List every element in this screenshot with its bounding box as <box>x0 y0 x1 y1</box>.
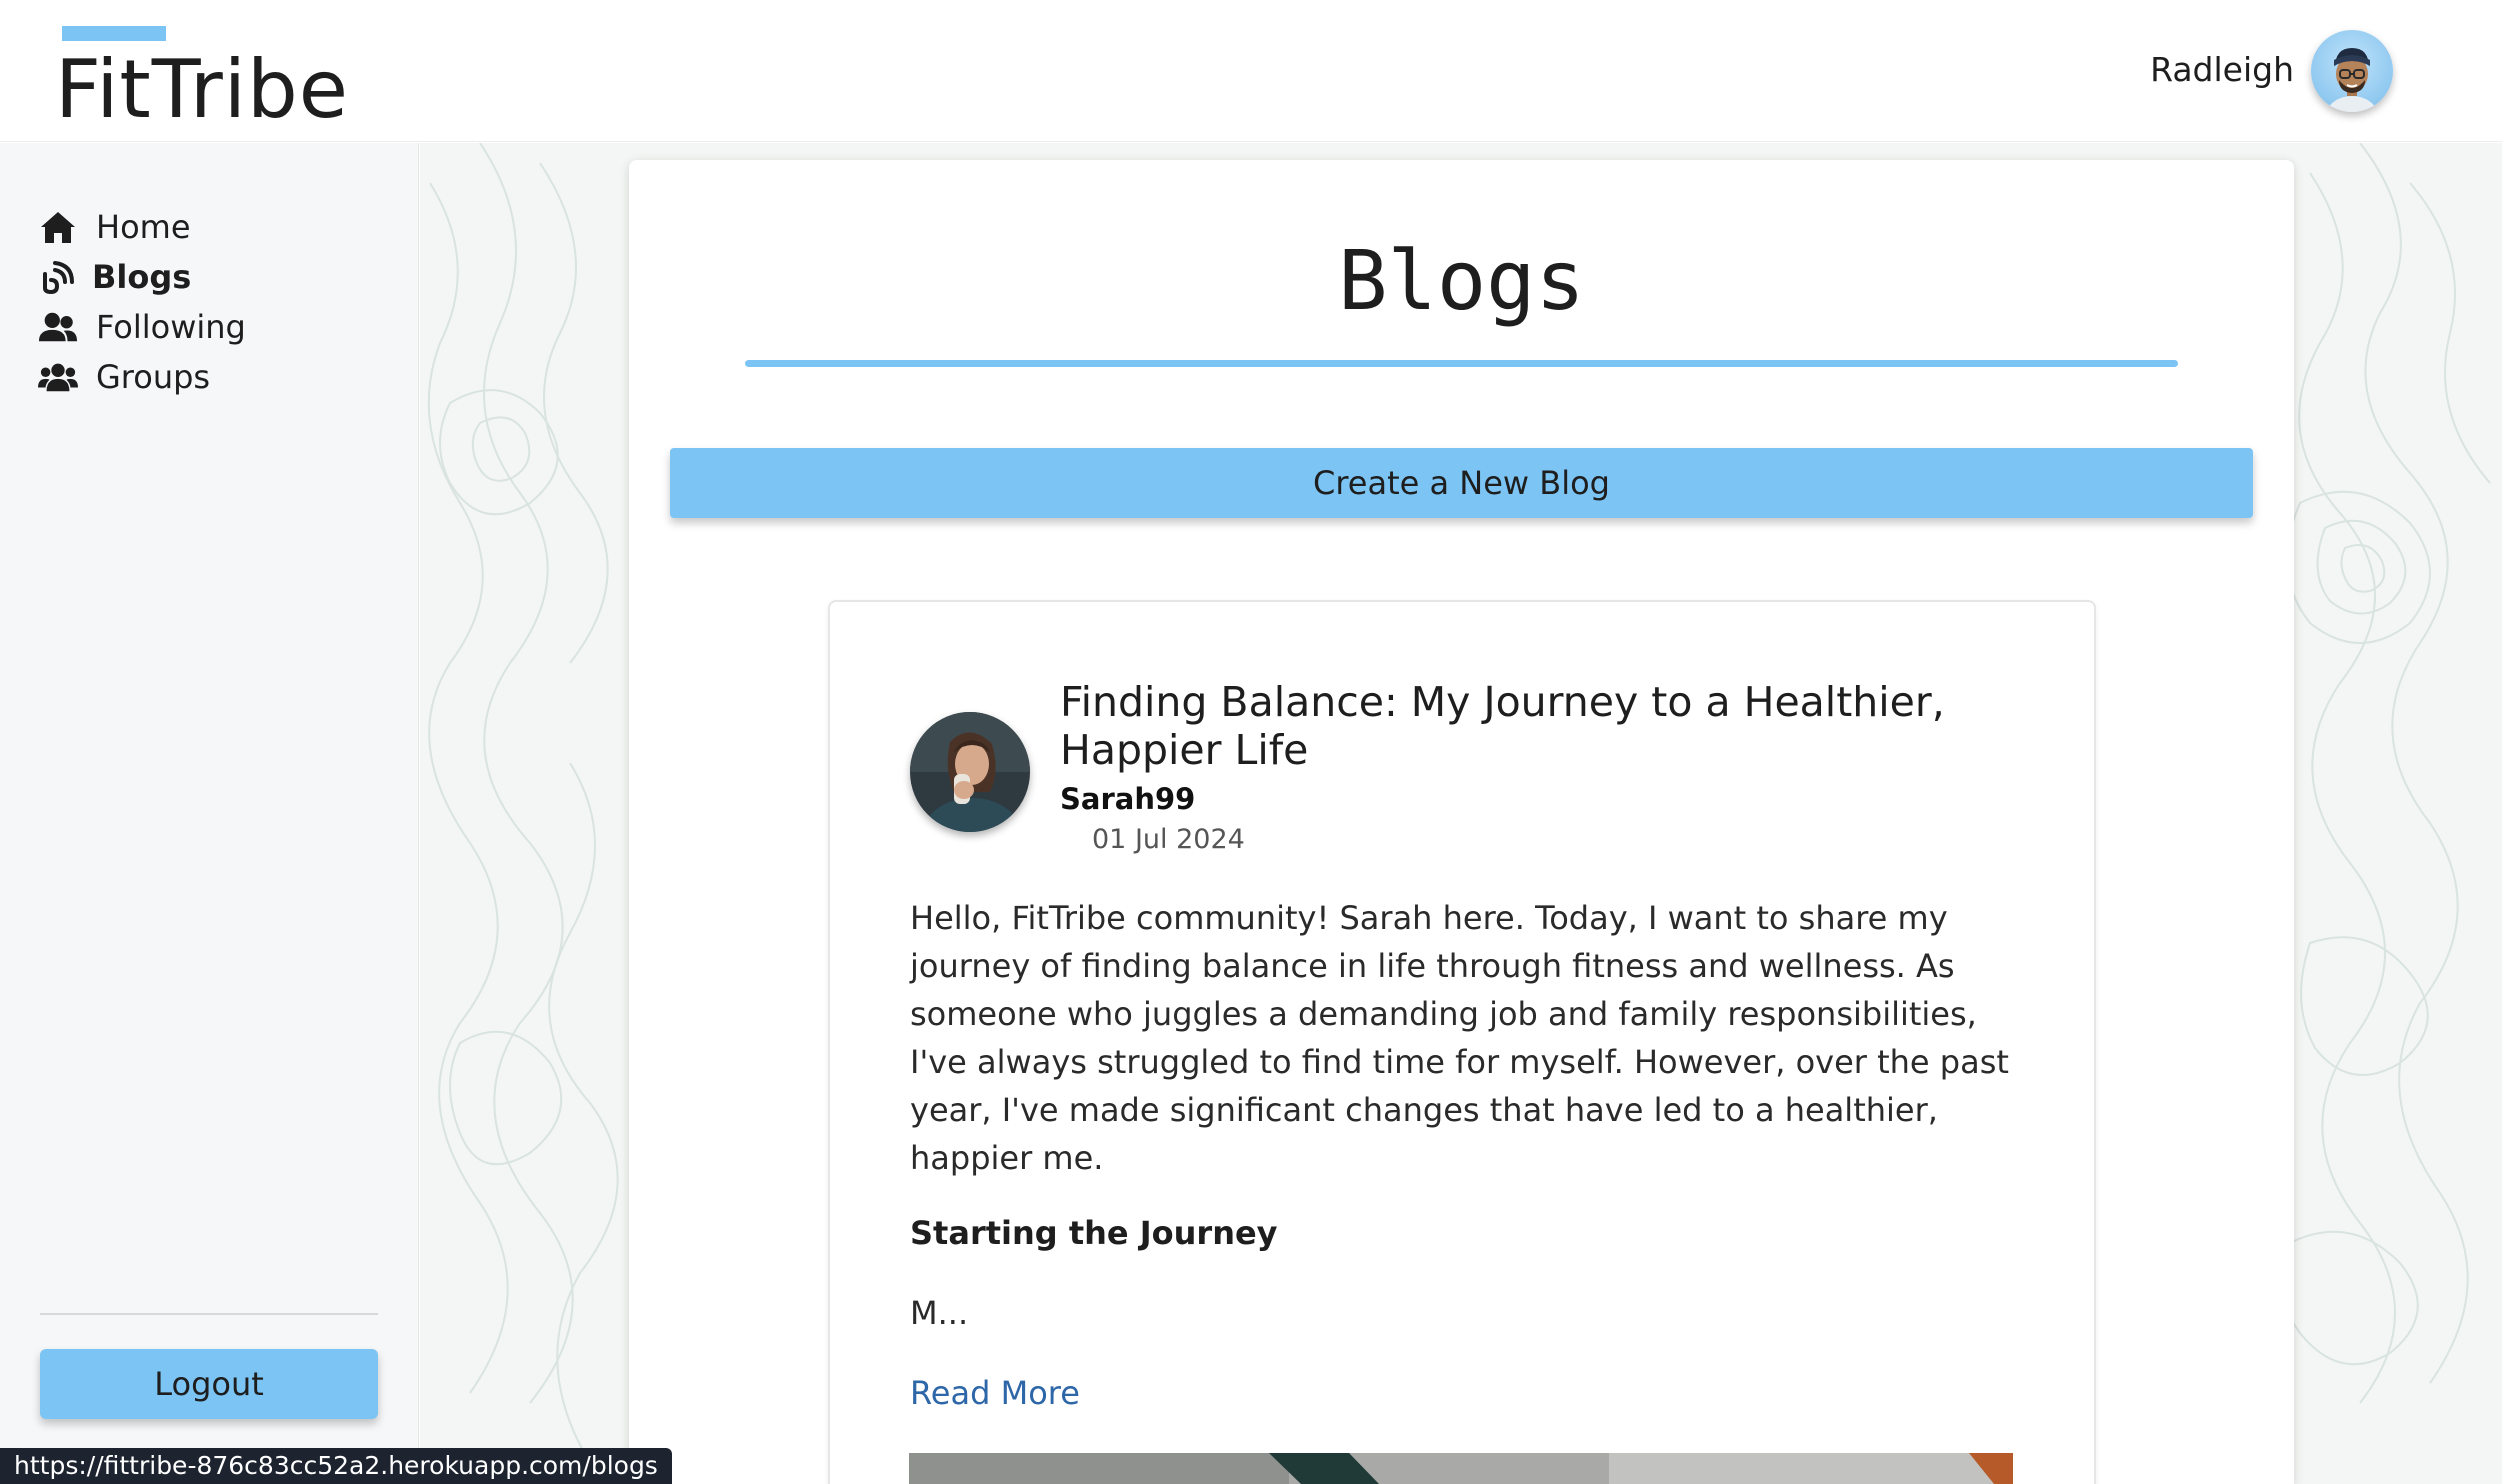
title-underline <box>745 360 2178 367</box>
sidebar-item-label: Home <box>96 208 191 246</box>
current-user-name[interactable]: Radleigh <box>2150 48 2294 92</box>
author-avatar[interactable] <box>910 712 1030 832</box>
create-new-blog-button[interactable]: Create a New Blog <box>670 448 2253 518</box>
blog-excerpt: Hello, FitTribe community! Sarah here. T… <box>910 899 2009 1177</box>
top-header: FitTribe Radleigh <box>0 0 2502 142</box>
blog-image <box>909 1453 2013 1484</box>
status-bar-url: https://fittribe-876c83cc52a2.herokuapp.… <box>0 1448 672 1484</box>
blog-post-card: Finding Balance: My Journey to a Healthi… <box>828 600 2096 1484</box>
sidebar-item-groups[interactable]: Groups <box>38 353 210 401</box>
blog-title[interactable]: Finding Balance: My Journey to a Healthi… <box>1060 678 2000 774</box>
app-logo[interactable]: FitTribe <box>55 40 349 140</box>
logo-accent-bar <box>62 26 166 41</box>
blog-subheading: Starting the Journey <box>910 1214 1278 1252</box>
sidebar-item-following[interactable]: Following <box>38 303 246 351</box>
user-avatar[interactable] <box>2311 30 2393 112</box>
blog-author[interactable]: Sarah99 <box>1060 782 1195 816</box>
blogs-panel: Blogs Create a New Blog Finding Balance:… <box>629 160 2294 1484</box>
memoji-avatar-icon <box>2326 48 2378 112</box>
blog-cover-image-icon <box>909 1453 2013 1484</box>
blog-rss-icon <box>38 257 78 297</box>
sidebar-item-label: Following <box>96 308 246 346</box>
sidebar-item-label: Groups <box>96 358 211 396</box>
blog-truncated-text: M... <box>910 1294 969 1332</box>
page-title: Blogs <box>1338 234 1585 329</box>
sidebar-divider <box>40 1313 378 1315</box>
read-more-link[interactable]: Read More <box>910 1374 1080 1412</box>
author-photo-icon <box>910 712 1030 832</box>
user-friends-icon <box>38 307 78 347</box>
logout-button[interactable]: Logout <box>40 1349 378 1419</box>
sidebar-item-home[interactable]: Home <box>38 203 191 251</box>
sidebar: Home Blogs Following Groups Logout <box>0 143 419 1484</box>
sidebar-item-label: Blogs <box>92 258 192 296</box>
users-group-icon <box>38 357 78 397</box>
blog-date: 01 Jul 2024 <box>1092 824 1245 855</box>
home-icon <box>38 207 78 247</box>
sidebar-item-blogs[interactable]: Blogs <box>38 253 191 301</box>
